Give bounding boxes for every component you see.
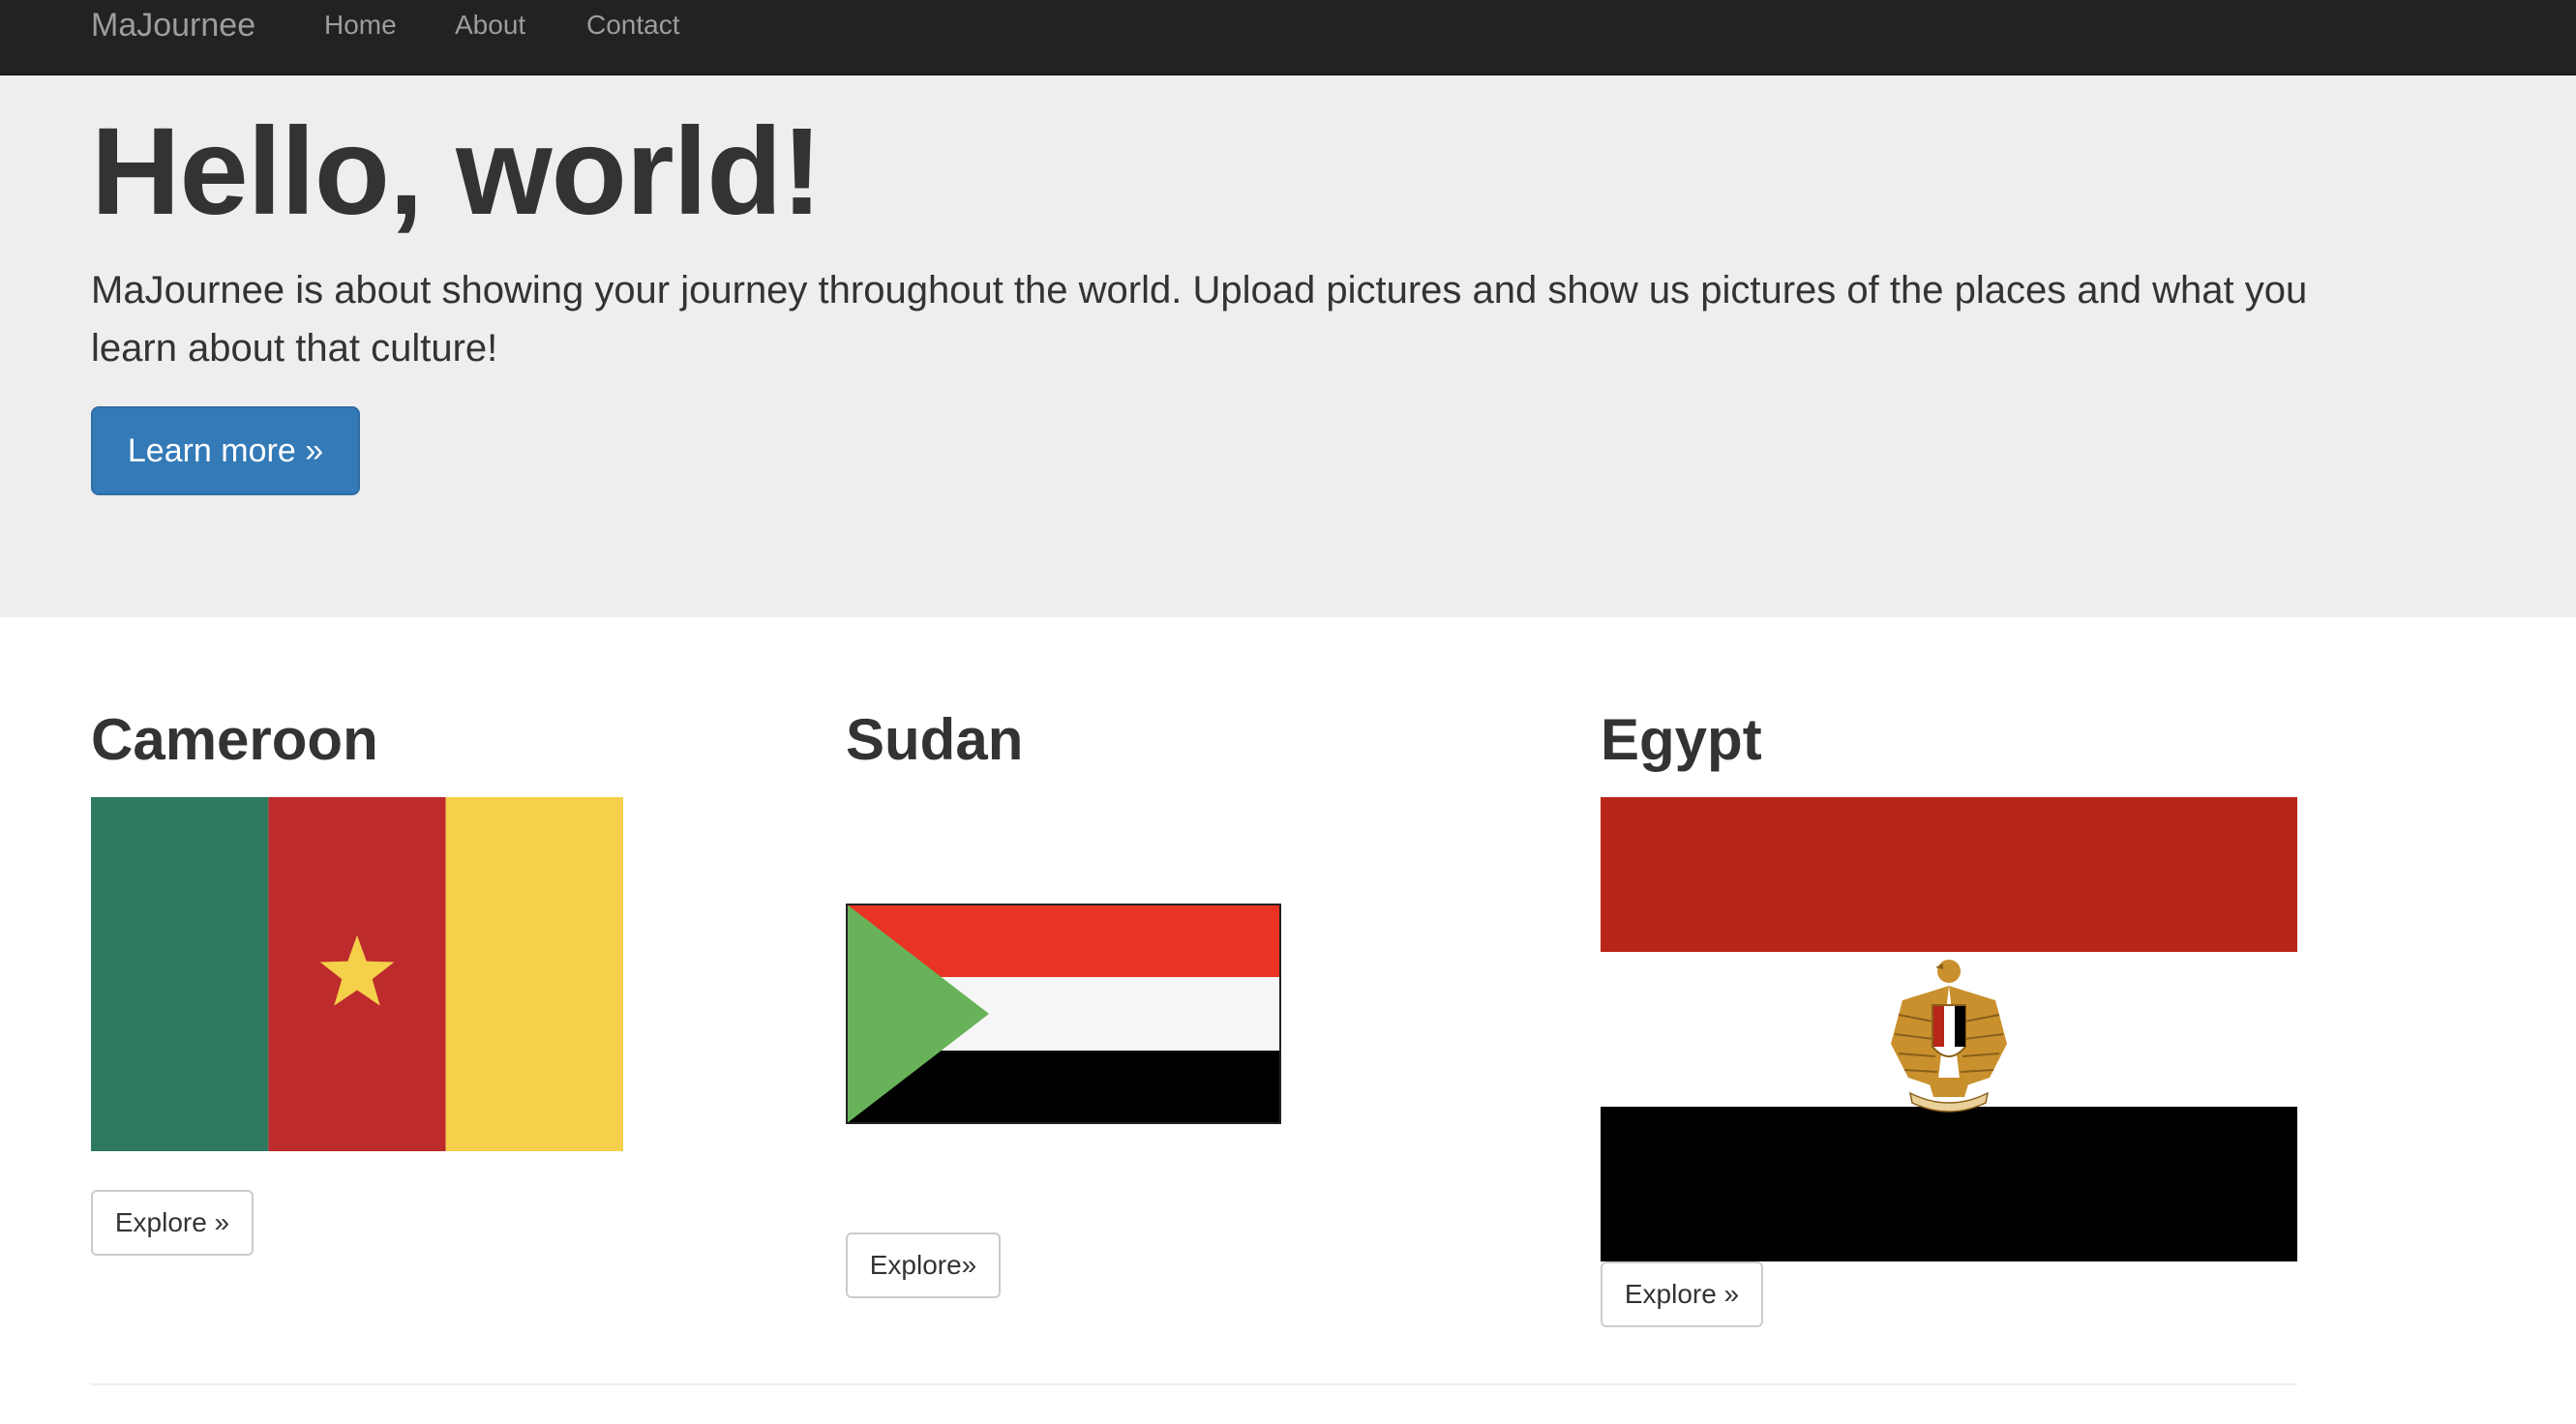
country-title-cameroon: Cameroon [91, 707, 378, 772]
nav-contact-link[interactable]: Contact [586, 0, 680, 50]
explore-sudan-button[interactable]: Explore» [846, 1232, 1001, 1298]
section-divider [91, 1383, 2297, 1385]
nav-about-link[interactable]: About [455, 0, 525, 50]
learn-more-button[interactable]: Learn more » [91, 406, 360, 495]
top-navbar: MaJournee Home About Contact [0, 0, 2576, 75]
egypt-flag-icon [1601, 797, 2297, 1261]
explore-cameroon-button[interactable]: Explore » [91, 1190, 254, 1256]
country-title-sudan: Sudan [846, 707, 1024, 772]
hero-description: MaJournee is about showing your journey … [91, 269, 2308, 370]
hero-jumbotron: Hello, world! MaJournee is about showing… [0, 75, 2576, 617]
brand-logo-link[interactable]: MaJournee [91, 0, 255, 50]
cameroon-flag-icon [91, 797, 623, 1151]
nav-home-link[interactable]: Home [324, 0, 397, 50]
hero-title: Hello, world! [91, 103, 823, 241]
country-title-egypt: Egypt [1601, 707, 1762, 772]
explore-egypt-button[interactable]: Explore » [1601, 1261, 1763, 1327]
sudan-flag-icon [846, 904, 1281, 1124]
